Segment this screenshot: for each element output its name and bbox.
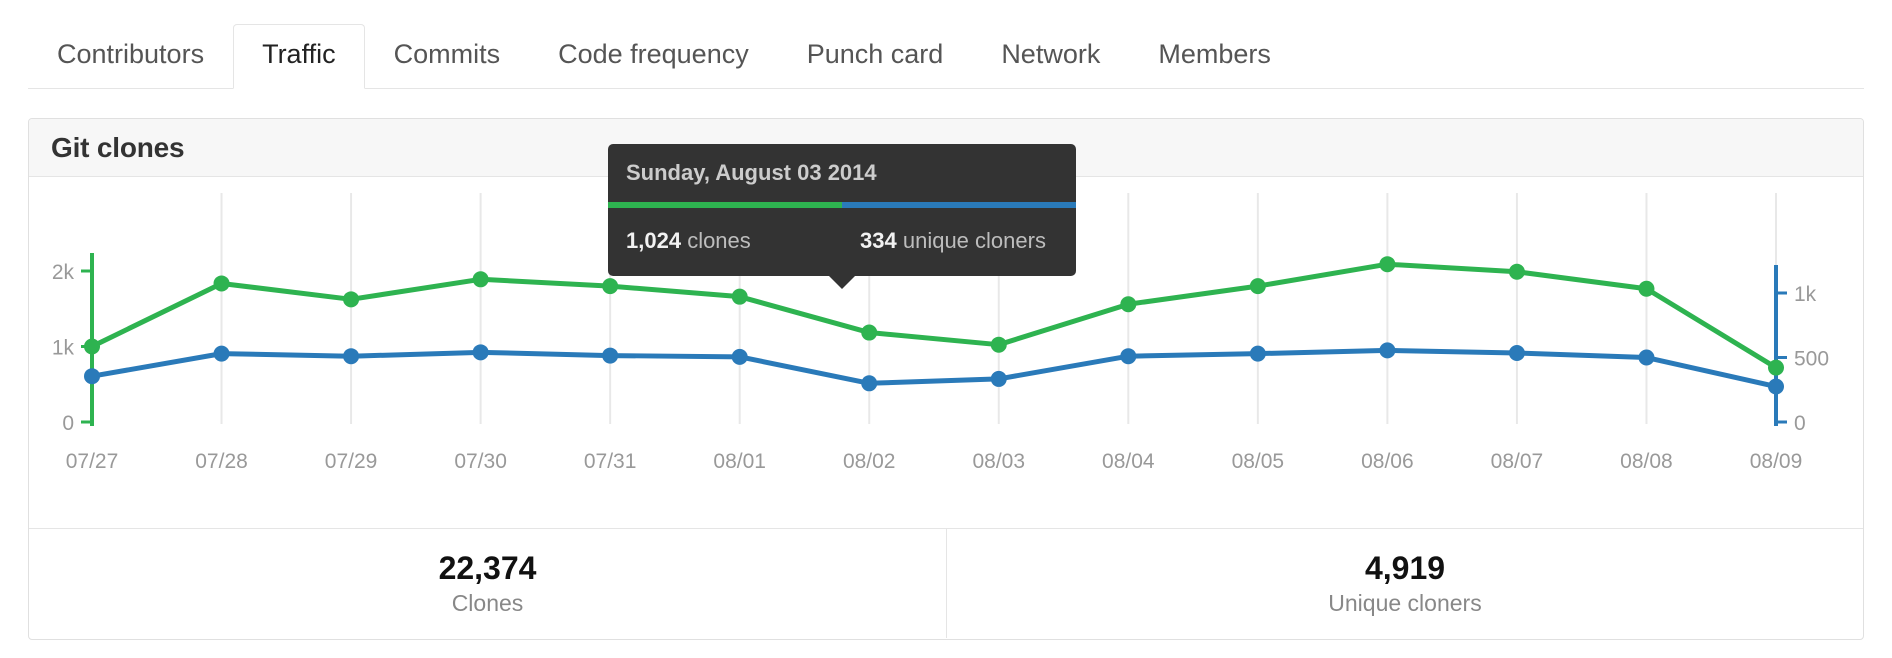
- data-point[interactable]: [472, 344, 489, 361]
- data-point[interactable]: [472, 271, 489, 288]
- tooltip-body: 1,024 clones 334 unique cloners: [608, 208, 1076, 276]
- stat-value: 4,919: [1364, 550, 1446, 586]
- right-axis-tick-label: 0: [1794, 412, 1806, 435]
- data-point[interactable]: [213, 345, 230, 362]
- data-point[interactable]: [1249, 278, 1266, 295]
- data-point[interactable]: [731, 288, 748, 305]
- left-axis-tick-label: 1k: [52, 337, 75, 360]
- x-axis-tick-label: 08/08: [1620, 450, 1673, 473]
- data-point[interactable]: [1508, 263, 1525, 280]
- stat-clones: 22,374 Clones: [29, 529, 946, 638]
- stat-value: 22,374: [438, 550, 537, 586]
- data-point[interactable]: [1120, 348, 1137, 365]
- data-point[interactable]: [213, 275, 230, 292]
- left-axis-tick-label: 0: [62, 412, 74, 435]
- tooltip-pointer-arrow: [828, 275, 856, 289]
- x-axis-tick-label: 08/07: [1491, 450, 1544, 473]
- x-axis-tick-label: 08/02: [843, 450, 896, 473]
- tooltip-date: Sunday, August 03 2014: [626, 160, 877, 185]
- tooltip-clones-stat: 1,024 clones: [608, 208, 842, 276]
- tab-traffic[interactable]: Traffic: [233, 24, 365, 89]
- chart-tooltip: Sunday, August 03 2014 1,024 clones 334 …: [608, 144, 1076, 289]
- right-axis-tick-label: 500: [1794, 348, 1829, 371]
- data-point[interactable]: [1379, 256, 1396, 273]
- tab-list: Contributors Traffic Commits Code frequency…: [28, 24, 1300, 89]
- page-title: Git clones: [51, 131, 185, 163]
- x-axis-tick-label: 08/01: [713, 450, 766, 473]
- tab-punch-card[interactable]: Punch card: [778, 24, 973, 89]
- tooltip-unique-stat: 334 unique cloners: [842, 208, 1076, 276]
- data-point[interactable]: [343, 291, 360, 308]
- stat-label: Clones: [451, 590, 524, 616]
- tab-members[interactable]: Members: [1129, 24, 1300, 89]
- data-point[interactable]: [1638, 349, 1655, 366]
- data-point[interactable]: [990, 370, 1007, 387]
- tooltip-clones-value: 1,024: [626, 228, 682, 253]
- data-point[interactable]: [861, 324, 878, 341]
- data-point[interactable]: [1768, 359, 1784, 376]
- data-point[interactable]: [343, 348, 360, 365]
- data-point[interactable]: [990, 336, 1007, 353]
- x-axis-tick-label: 07/27: [66, 450, 119, 473]
- data-point[interactable]: [84, 338, 100, 355]
- x-axis-tick-label: 07/28: [195, 450, 248, 473]
- data-point[interactable]: [861, 375, 878, 392]
- data-point[interactable]: [602, 278, 619, 295]
- x-axis-tick-label: 07/29: [325, 450, 378, 473]
- data-point[interactable]: [1249, 345, 1266, 362]
- x-axis-tick-label: 08/03: [972, 450, 1025, 473]
- x-axis-tick-label: 08/06: [1361, 450, 1414, 473]
- tooltip-clones-label: clones: [687, 228, 751, 253]
- data-point[interactable]: [1379, 342, 1396, 359]
- x-axis-tick-label: 08/05: [1232, 450, 1285, 473]
- data-point[interactable]: [1120, 296, 1137, 313]
- x-axis-tick-label: 08/09: [1750, 450, 1803, 473]
- left-axis-tick-label: 2k: [52, 261, 75, 284]
- data-point[interactable]: [1638, 280, 1655, 297]
- data-point[interactable]: [1508, 344, 1525, 361]
- data-point[interactable]: [602, 347, 619, 364]
- x-axis-tick-label: 07/30: [454, 450, 507, 473]
- tab-commits[interactable]: Commits: [365, 24, 530, 89]
- tab-network[interactable]: Network: [972, 24, 1129, 89]
- repo-graphs-tabnav: Contributors Traffic Commits Code frequency…: [0, 0, 1892, 90]
- tooltip-unique-value: 334: [860, 228, 897, 253]
- traffic-page: Contributors Traffic Commits Code frequency…: [0, 0, 1892, 658]
- x-axis-tick-label: 08/04: [1102, 450, 1155, 473]
- stat-unique-cloners: 4,919 Unique cloners: [946, 529, 1863, 638]
- clones-summary-footer: 22,374 Clones 4,919 Unique cloners: [29, 528, 1863, 638]
- tab-contributors[interactable]: Contributors: [28, 24, 233, 89]
- data-point[interactable]: [84, 368, 100, 385]
- x-axis-tick-label: 07/31: [584, 450, 637, 473]
- right-axis-tick-label: 1k: [1794, 283, 1817, 306]
- data-point[interactable]: [731, 348, 748, 365]
- tab-code-frequency[interactable]: Code frequency: [529, 24, 778, 89]
- data-point[interactable]: [1768, 378, 1784, 395]
- stat-label: Unique cloners: [1328, 590, 1482, 616]
- tooltip-unique-label: unique cloners: [902, 228, 1046, 253]
